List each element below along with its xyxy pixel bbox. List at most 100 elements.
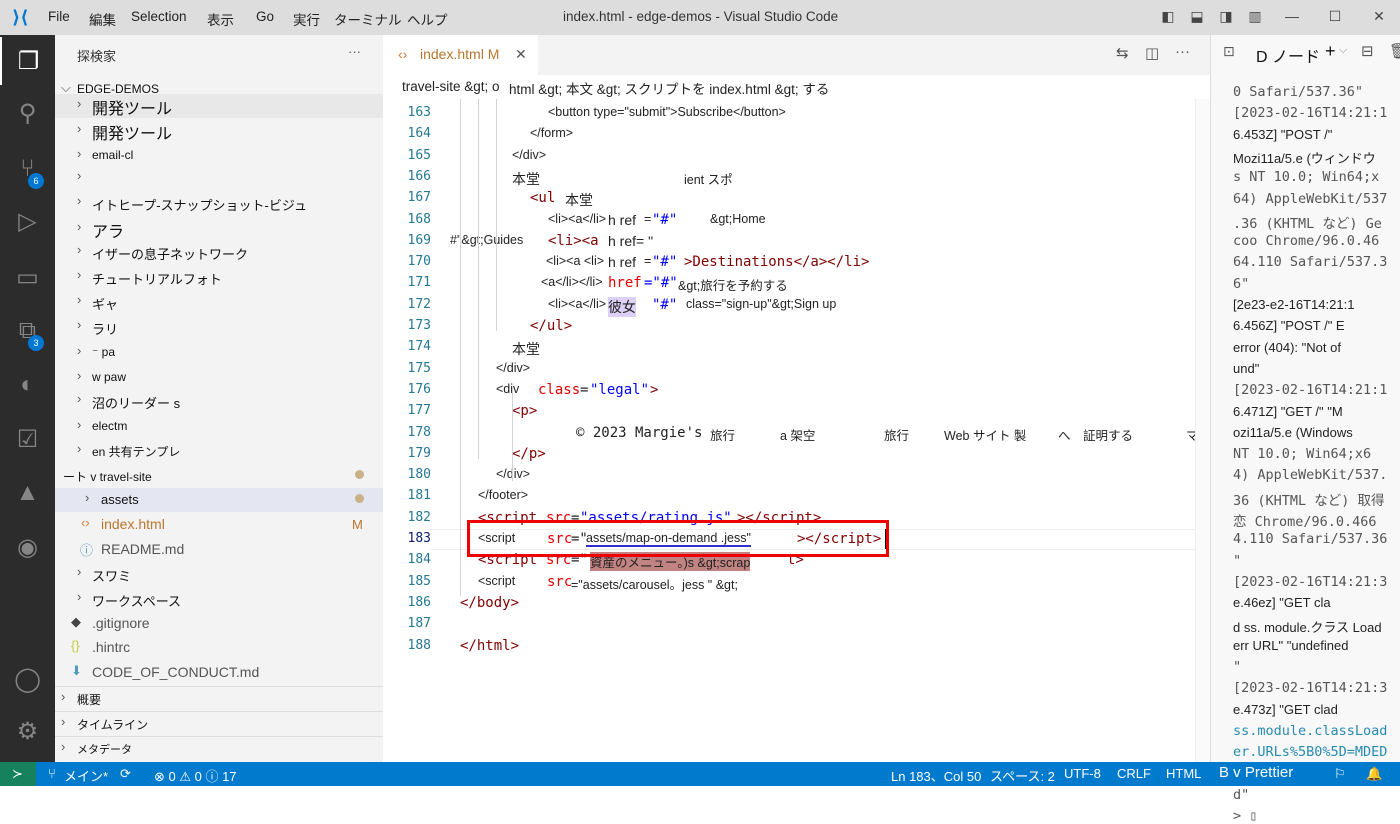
accounts-icon[interactable]: ⚐ xyxy=(1334,766,1346,782)
maximize-button[interactable]: ☐ xyxy=(1326,8,1344,24)
sidebar-folder[interactable]: › チュートリアルフォト xyxy=(55,265,383,289)
encoding[interactable]: UTF-8 xyxy=(1064,766,1101,781)
terminal-line: 4.110 Safari/537.36 xyxy=(1233,531,1388,548)
sidebar-folder[interactable]: › xyxy=(55,166,383,190)
split-editor-icon[interactable]: ◫ xyxy=(1145,44,1159,62)
azure-icon[interactable]: ▲ xyxy=(0,469,55,517)
close-window-button[interactable]: ✕ xyxy=(1370,8,1388,24)
section-timeline[interactable]: › タイムライン xyxy=(55,711,383,735)
menu-go[interactable]: Go xyxy=(256,9,274,24)
search-icon[interactable]: ⚲ xyxy=(0,89,55,137)
section-outline[interactable]: › 概要 xyxy=(55,686,383,710)
code-token: "#" xyxy=(652,211,678,228)
section-metadata[interactable]: › メタデータ xyxy=(55,736,383,760)
folder-assets[interactable]: › assets xyxy=(55,488,383,512)
indentation[interactable]: スペース: 2 xyxy=(990,766,1055,785)
file-code-of-conduct[interactable]: ⬇ CODE_OF_CONDUCT.md xyxy=(55,661,383,685)
terminal-line: e.46ez] "GET cla xyxy=(1233,595,1331,611)
remote-button[interactable]: ≻ xyxy=(0,762,36,786)
settings-gear-icon[interactable]: ⚙ xyxy=(0,707,55,755)
sidebar-folder[interactable]: › electm xyxy=(55,415,383,439)
sidebar-folder[interactable]: › w paw xyxy=(55,366,383,390)
tab-index-html[interactable]: ‹› index.html M ✕ xyxy=(383,35,538,75)
toggle-sidebar-icon[interactable]: ◧ xyxy=(1159,8,1177,24)
terminal-line: und" xyxy=(1233,360,1260,376)
breadcrumb-folder[interactable]: travel-site &gt; o xyxy=(402,79,500,94)
split-terminal-icon[interactable]: ⊟ xyxy=(1361,42,1374,60)
line-ending[interactable]: CRLF xyxy=(1117,766,1151,781)
layout-icon[interactable]: ▥ xyxy=(1246,8,1264,24)
folder-label: ギャ xyxy=(92,297,119,312)
chevron-down-icon[interactable]: ⌵ xyxy=(1339,44,1347,57)
source-control-icon[interactable]: ⑂ 6 xyxy=(0,145,55,193)
sidebar-folder[interactable]: › ⁻ pa xyxy=(55,341,383,365)
sync-icon[interactable]: ⟳ xyxy=(120,766,131,782)
sidebar-folder[interactable]: › en 共有テンプレ xyxy=(55,439,383,463)
line-number: 184 xyxy=(407,552,431,568)
file-readme[interactable]: ⓘ README.md xyxy=(55,538,383,562)
line-number: 169 xyxy=(407,232,431,248)
branch-name[interactable]: メイン* xyxy=(64,766,108,785)
sidebar-folder[interactable]: › イザーの息子ネットワーク xyxy=(55,240,383,264)
line-number: 166 xyxy=(407,168,431,184)
sidebar-folder[interactable]: › 開発ツール xyxy=(55,119,383,143)
editor-scrollbar[interactable] xyxy=(1195,99,1210,762)
menu-run[interactable]: 実行 xyxy=(293,9,320,29)
menu-selection[interactable]: Selection xyxy=(131,9,187,24)
terminal-title[interactable]: D ノード xyxy=(1256,43,1320,67)
folder-workspace[interactable]: › ワークスペース xyxy=(55,587,383,611)
cursor-position[interactable]: Ln 183、Col 50 xyxy=(891,766,981,785)
account-icon[interactable]: ◯ xyxy=(0,655,55,703)
sidebar-folder[interactable]: › 沼のリーダー s xyxy=(55,389,383,413)
menu-file[interactable]: File xyxy=(48,9,70,24)
sidebar-folder[interactable]: › ラリ xyxy=(55,315,383,339)
new-terminal-button[interactable]: + xyxy=(1325,41,1336,62)
sidebar-folder[interactable]: › アラ xyxy=(55,217,383,241)
breadcrumb-path[interactable]: html &gt; 本文 &gt; スクリプトを index.html &gt;… xyxy=(509,78,829,98)
compare-changes-icon[interactable]: ⇆ xyxy=(1116,44,1129,62)
copilot-icon[interactable]: ◉ xyxy=(0,523,55,571)
terminal-panel: ⊡ D ノード + ⌵ ⊟ 🗑 0 Safari/537.36" [2023-02… xyxy=(1210,35,1400,824)
code-token: </body> xyxy=(460,594,520,611)
modified-dot xyxy=(355,470,364,479)
menu-help[interactable]: ヘルプ xyxy=(407,9,448,29)
code-token: = xyxy=(644,211,652,226)
folder-swami[interactable]: › スワミ xyxy=(55,562,383,586)
toggle-secondary-sidebar-icon[interactable]: ◨ xyxy=(1217,8,1235,24)
menu-edit[interactable]: 編集 xyxy=(89,9,116,29)
explorer-icon[interactable]: ❐ xyxy=(0,37,55,85)
more-actions-button[interactable]: ··· xyxy=(348,44,361,59)
menu-view[interactable]: 表示 xyxy=(207,9,234,29)
sidebar-folder[interactable]: › 開発ツール xyxy=(55,94,383,118)
edge-devtools-icon[interactable]: ◐ xyxy=(0,361,55,409)
sidebar-folder[interactable]: › email-cl xyxy=(55,144,383,168)
code-token: "#" xyxy=(652,254,678,271)
line-number: 170 xyxy=(407,254,431,270)
remote-explorer-icon[interactable]: ▭ xyxy=(0,253,55,301)
extensions-icon[interactable]: ⧉ 3 xyxy=(0,307,55,355)
code-token: <div xyxy=(496,381,520,396)
file-index-html[interactable]: ‹› index.html M xyxy=(55,513,383,537)
run-debug-icon[interactable]: ▷ xyxy=(0,197,55,245)
chevron-right-icon: › xyxy=(61,689,66,704)
language-mode[interactable]: HTML xyxy=(1166,766,1201,781)
folder-label: ラリ xyxy=(92,322,119,337)
trash-icon[interactable]: 🗑 xyxy=(1389,42,1400,60)
sidebar-folder[interactable]: › ギャ xyxy=(55,290,383,314)
terminal-line: e.473z] "GET clad xyxy=(1233,701,1338,717)
testing-icon[interactable]: ☑ xyxy=(0,415,55,463)
menu-terminal[interactable]: ターミナル xyxy=(334,9,402,29)
modified-dot xyxy=(355,494,364,503)
terminal-line: 6" xyxy=(1233,275,1250,292)
minimize-button[interactable]: — xyxy=(1283,8,1301,24)
file-gitignore[interactable]: ◆ .gitignore xyxy=(55,612,383,636)
close-tab-icon[interactable]: ✕ xyxy=(515,46,527,63)
sidebar-folder[interactable]: › イトヒープ-スナップショット-ビジュ xyxy=(55,191,383,215)
prettier-status[interactable]: B v Prettier xyxy=(1219,764,1293,781)
notifications-bell-icon[interactable]: 🔔 xyxy=(1366,766,1382,782)
more-actions-icon[interactable]: ··· xyxy=(1175,43,1190,60)
file-hintrc[interactable]: {} .hintrc xyxy=(55,636,383,660)
folder-travel-site[interactable]: ート v travel-site xyxy=(55,464,383,488)
toggle-panel-icon[interactable]: ⬓ xyxy=(1188,8,1206,24)
problems-count[interactable]: ⊗ 0 ⚠ 0 ⓘ 17 xyxy=(154,766,237,785)
